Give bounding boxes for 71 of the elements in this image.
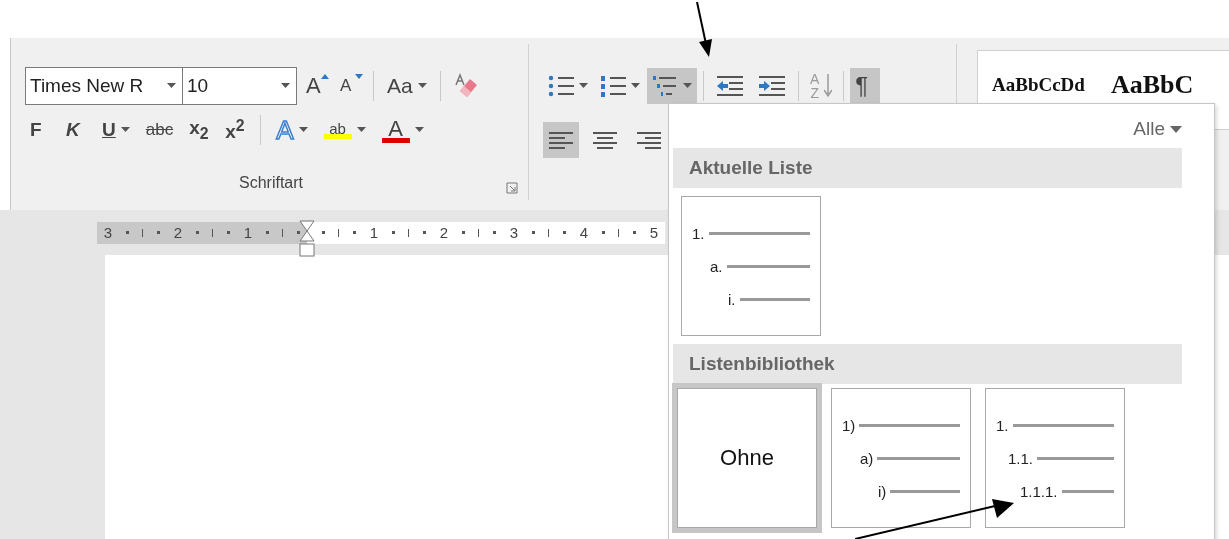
caret-icon bbox=[1170, 125, 1182, 133]
caret-icon bbox=[356, 127, 366, 133]
superscript-button[interactable]: x$^{2}$ bbox=[220, 112, 251, 148]
down-caret-icon bbox=[355, 74, 363, 79]
increase-indent-icon bbox=[757, 74, 787, 98]
bullet-list-icon bbox=[548, 74, 574, 98]
ruler-number: 3 bbox=[103, 224, 113, 241]
ruler-number: 4 bbox=[579, 224, 589, 241]
indent-marker-icon[interactable] bbox=[299, 219, 315, 258]
highlight-color-bar bbox=[323, 134, 352, 139]
list-level-label: a. bbox=[710, 257, 723, 275]
list-level-label: 1.1.1. bbox=[1020, 482, 1058, 500]
list-style-option[interactable]: 1. 1.1. 1.1.1. bbox=[985, 388, 1125, 528]
font-name-field[interactable]: Times New R bbox=[25, 67, 183, 105]
grow-font-button[interactable]: A bbox=[301, 68, 331, 104]
show-marks-button[interactable]: ¶ bbox=[850, 68, 881, 104]
style-sample[interactable]: AaBbC bbox=[1110, 72, 1194, 98]
ruler-number: 1 bbox=[369, 224, 379, 241]
list-level-label: a) bbox=[860, 449, 874, 467]
filter-dropdown[interactable]: Alle bbox=[1133, 114, 1182, 148]
list-level-label: 1.1. bbox=[1008, 449, 1034, 467]
pointer-arrow bbox=[693, 2, 715, 58]
list-style-option[interactable]: 1) a) i) bbox=[831, 388, 971, 528]
align-right-icon bbox=[636, 130, 662, 150]
underline-button[interactable]: U bbox=[97, 112, 135, 148]
caret-icon bbox=[417, 83, 427, 89]
list-level-label: i. bbox=[728, 290, 736, 308]
eraser-icon bbox=[453, 73, 480, 99]
ruler-number: 5 bbox=[649, 224, 659, 241]
caret-icon bbox=[298, 127, 308, 133]
font-color-button[interactable]: A bbox=[376, 112, 429, 148]
caret-icon bbox=[120, 127, 130, 133]
list-level-label: i) bbox=[878, 482, 887, 500]
multilevel-list-icon bbox=[652, 74, 678, 98]
highlight-button[interactable]: ab bbox=[318, 112, 371, 148]
list-level-label: 1) bbox=[842, 416, 856, 434]
font-size-field[interactable]: 10 bbox=[182, 67, 297, 105]
strikethrough-button[interactable]: abc bbox=[140, 112, 179, 148]
up-caret-icon bbox=[321, 74, 329, 79]
section-header: Listenbibliothek bbox=[673, 344, 1182, 384]
down-arrow-icon bbox=[824, 74, 833, 98]
align-left-icon bbox=[548, 130, 574, 150]
list-level-label: 1. bbox=[996, 416, 1009, 434]
ruler-number: 2 bbox=[173, 224, 183, 241]
italic-button[interactable]: K bbox=[61, 112, 91, 148]
group-label: Schriftart bbox=[238, 174, 304, 192]
decrease-indent-icon bbox=[715, 74, 745, 98]
caret-icon bbox=[631, 83, 640, 89]
caret-icon bbox=[683, 83, 692, 89]
align-left-button[interactable] bbox=[543, 122, 579, 158]
multilevel-list-button[interactable] bbox=[647, 68, 697, 104]
shrink-font-button[interactable]: A bbox=[335, 68, 365, 104]
list-level-label: 1. bbox=[692, 224, 705, 242]
ruler-number: 2 bbox=[439, 224, 449, 241]
option-label: Ohne bbox=[720, 445, 774, 471]
change-case-button[interactable]: Aa bbox=[382, 68, 432, 104]
bold-button[interactable]: F bbox=[25, 112, 55, 148]
list-style-option[interactable]: 1. a. i. bbox=[681, 196, 821, 336]
dialog-launcher-icon[interactable] bbox=[506, 182, 518, 194]
caret-icon bbox=[281, 83, 290, 89]
section-header: Aktuelle Liste bbox=[673, 148, 1182, 188]
numbered-list-icon bbox=[600, 74, 626, 98]
subscript-button[interactable]: x$_{2}$ bbox=[184, 112, 215, 148]
ruler-number: 1 bbox=[243, 224, 253, 241]
caret-icon bbox=[414, 127, 424, 133]
caret-icon bbox=[167, 83, 176, 89]
align-center-icon bbox=[592, 130, 618, 150]
font-color-bar bbox=[381, 137, 410, 143]
ruler-number: 3 bbox=[509, 224, 519, 241]
style-sample[interactable]: AaBbCcDd bbox=[992, 75, 1085, 94]
caret-icon bbox=[579, 83, 588, 89]
